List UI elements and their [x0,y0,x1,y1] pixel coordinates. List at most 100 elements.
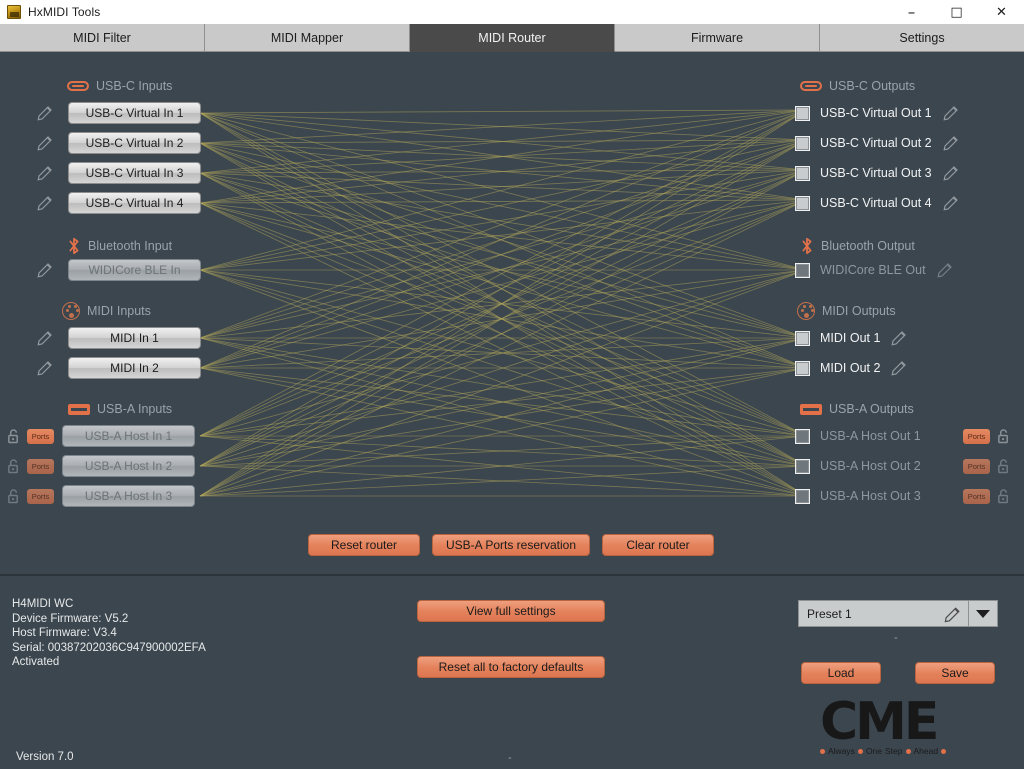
usb-a-icon [800,403,822,415]
input-row-usb-a-host-in-1[interactable]: Ports USB-A Host In 1 [0,425,195,447]
pencil-icon[interactable] [890,359,908,377]
ports-button[interactable]: Ports [963,428,990,444]
pencil-icon[interactable] [890,329,908,347]
input-port-button[interactable]: USB-A Host In 2 [62,455,195,477]
input-row-midi-in-2[interactable]: MIDI In 2 [0,357,201,379]
output-enable-checkbox[interactable] [795,105,810,121]
output-enable-checkbox[interactable] [795,135,810,151]
pencil-icon[interactable] [36,261,54,279]
close-button[interactable]: ✕ [979,0,1024,24]
output-row-usb-c-virtual-out-1[interactable]: USB-C Virtual Out 1 [795,102,960,124]
output-enable-checkbox[interactable] [795,165,810,181]
preset-selector[interactable]: Preset 1 [798,600,998,627]
tagline-word: Always [828,746,855,756]
output-row-widicore-ble-out[interactable]: WIDICore BLE Out [795,259,954,281]
midi-din-icon [797,302,815,320]
ports-button[interactable]: Ports [27,458,54,474]
input-port-button[interactable]: USB-C Virtual In 1 [68,102,201,124]
reset-factory-defaults-button[interactable]: Reset all to factory defaults [417,656,605,678]
output-enable-checkbox[interactable] [795,428,810,444]
lock-open-icon[interactable] [7,458,20,474]
output-port-label: USB-C Virtual Out 3 [820,166,932,180]
pencil-icon[interactable] [942,104,960,122]
pencil-icon[interactable] [36,134,54,152]
preset-name-field[interactable]: Preset 1 [798,600,969,627]
output-row-midi-out-1[interactable]: MIDI Out 1 [795,327,908,349]
input-row-usb-c-virtual-in-1[interactable]: USB-C Virtual In 1 [0,102,201,124]
load-preset-button[interactable]: Load [801,662,881,684]
reset-router-button[interactable]: Reset router [308,534,420,556]
output-row-usb-a-host-out-1[interactable]: USB-A Host Out 1 Ports [795,425,1010,447]
lock-open-icon[interactable] [7,428,20,444]
midi-din-icon [62,302,80,320]
tab-settings[interactable]: Settings [820,24,1024,52]
clear-router-button[interactable]: Clear router [602,534,714,556]
ports-button[interactable]: Ports [27,488,54,504]
input-row-usb-a-host-in-2[interactable]: Ports USB-A Host In 2 [0,455,195,477]
ports-button[interactable]: Ports [27,428,54,444]
input-row-usb-c-virtual-in-4[interactable]: USB-C Virtual In 4 [0,192,201,214]
output-enable-checkbox[interactable] [795,488,810,504]
section-title: USB-A Inputs [97,402,173,416]
input-row-widicore-ble-in[interactable]: WIDICore BLE In [0,259,201,281]
output-row-usb-a-host-out-3[interactable]: USB-A Host Out 3 Ports [795,485,1010,507]
input-row-usb-c-virtual-in-3[interactable]: USB-C Virtual In 3 [0,162,201,184]
pencil-icon[interactable] [36,359,54,377]
input-row-usb-a-host-in-3[interactable]: Ports USB-A Host In 3 [0,485,195,507]
output-enable-checkbox[interactable] [795,330,810,346]
tab-midi-mapper[interactable]: MIDI Mapper [205,24,410,52]
output-enable-checkbox[interactable] [795,360,810,376]
pencil-icon[interactable] [36,194,54,212]
pencil-icon[interactable] [942,134,960,152]
ports-button[interactable]: Ports [963,488,990,504]
tab-firmware[interactable]: Firmware [615,24,820,52]
preset-dropdown-button[interactable] [969,600,998,627]
input-port-button[interactable]: USB-C Virtual In 3 [68,162,201,184]
output-port-label: USB-C Virtual Out 2 [820,136,932,150]
center-separator-dot: - [508,752,512,764]
pencil-icon[interactable] [36,104,54,122]
input-port-button[interactable]: USB-A Host In 1 [62,425,195,447]
input-port-button[interactable]: USB-C Virtual In 2 [68,132,201,154]
input-port-button[interactable]: USB-C Virtual In 4 [68,192,201,214]
section-header-usb-c-inputs: USB-C Inputs [67,79,172,93]
usb-a-ports-reservation-button[interactable]: USB-A Ports reservation [432,534,590,556]
pencil-icon[interactable] [936,261,954,279]
minimize-button[interactable]: – [889,0,934,24]
section-header-usb-c-outputs: USB-C Outputs [800,79,915,93]
tab-midi-router[interactable]: MIDI Router [410,24,615,52]
output-row-usb-c-virtual-out-3[interactable]: USB-C Virtual Out 3 [795,162,960,184]
input-row-usb-c-virtual-in-2[interactable]: USB-C Virtual In 2 [0,132,201,154]
pencil-icon[interactable] [942,164,960,182]
pencil-icon[interactable] [36,329,54,347]
input-port-button[interactable]: MIDI In 1 [68,327,201,349]
input-port-button[interactable]: WIDICore BLE In [68,259,201,281]
output-enable-checkbox[interactable] [795,195,810,211]
pencil-icon[interactable] [942,194,960,212]
ports-button[interactable]: Ports [963,458,990,474]
view-full-settings-button[interactable]: View full settings [417,600,605,622]
activation-status: Activated [12,656,60,668]
output-row-usb-c-virtual-out-2[interactable]: USB-C Virtual Out 2 [795,132,960,154]
lock-open-icon[interactable] [7,488,20,504]
usb-a-icon [68,403,90,415]
section-title: MIDI Outputs [822,304,896,318]
output-enable-checkbox[interactable] [795,262,810,278]
save-preset-button[interactable]: Save [915,662,995,684]
lock-open-icon[interactable] [997,458,1010,474]
output-row-midi-out-2[interactable]: MIDI Out 2 [795,357,908,379]
lock-open-icon[interactable] [997,428,1010,444]
pencil-icon[interactable] [943,605,962,624]
section-header-bluetooth-input: Bluetooth Input [67,237,172,255]
input-port-button[interactable]: USB-A Host In 3 [62,485,195,507]
tab-midi-filter[interactable]: MIDI Filter [0,24,205,52]
section-header-bluetooth-output: Bluetooth Output [800,237,915,255]
output-row-usb-a-host-out-2[interactable]: USB-A Host Out 2 Ports [795,455,1010,477]
maximize-button[interactable]: □ [934,0,979,24]
lock-open-icon[interactable] [997,488,1010,504]
output-enable-checkbox[interactable] [795,458,810,474]
input-port-button[interactable]: MIDI In 2 [68,357,201,379]
pencil-icon[interactable] [36,164,54,182]
input-row-midi-in-1[interactable]: MIDI In 1 [0,327,201,349]
output-row-usb-c-virtual-out-4[interactable]: USB-C Virtual Out 4 [795,192,960,214]
